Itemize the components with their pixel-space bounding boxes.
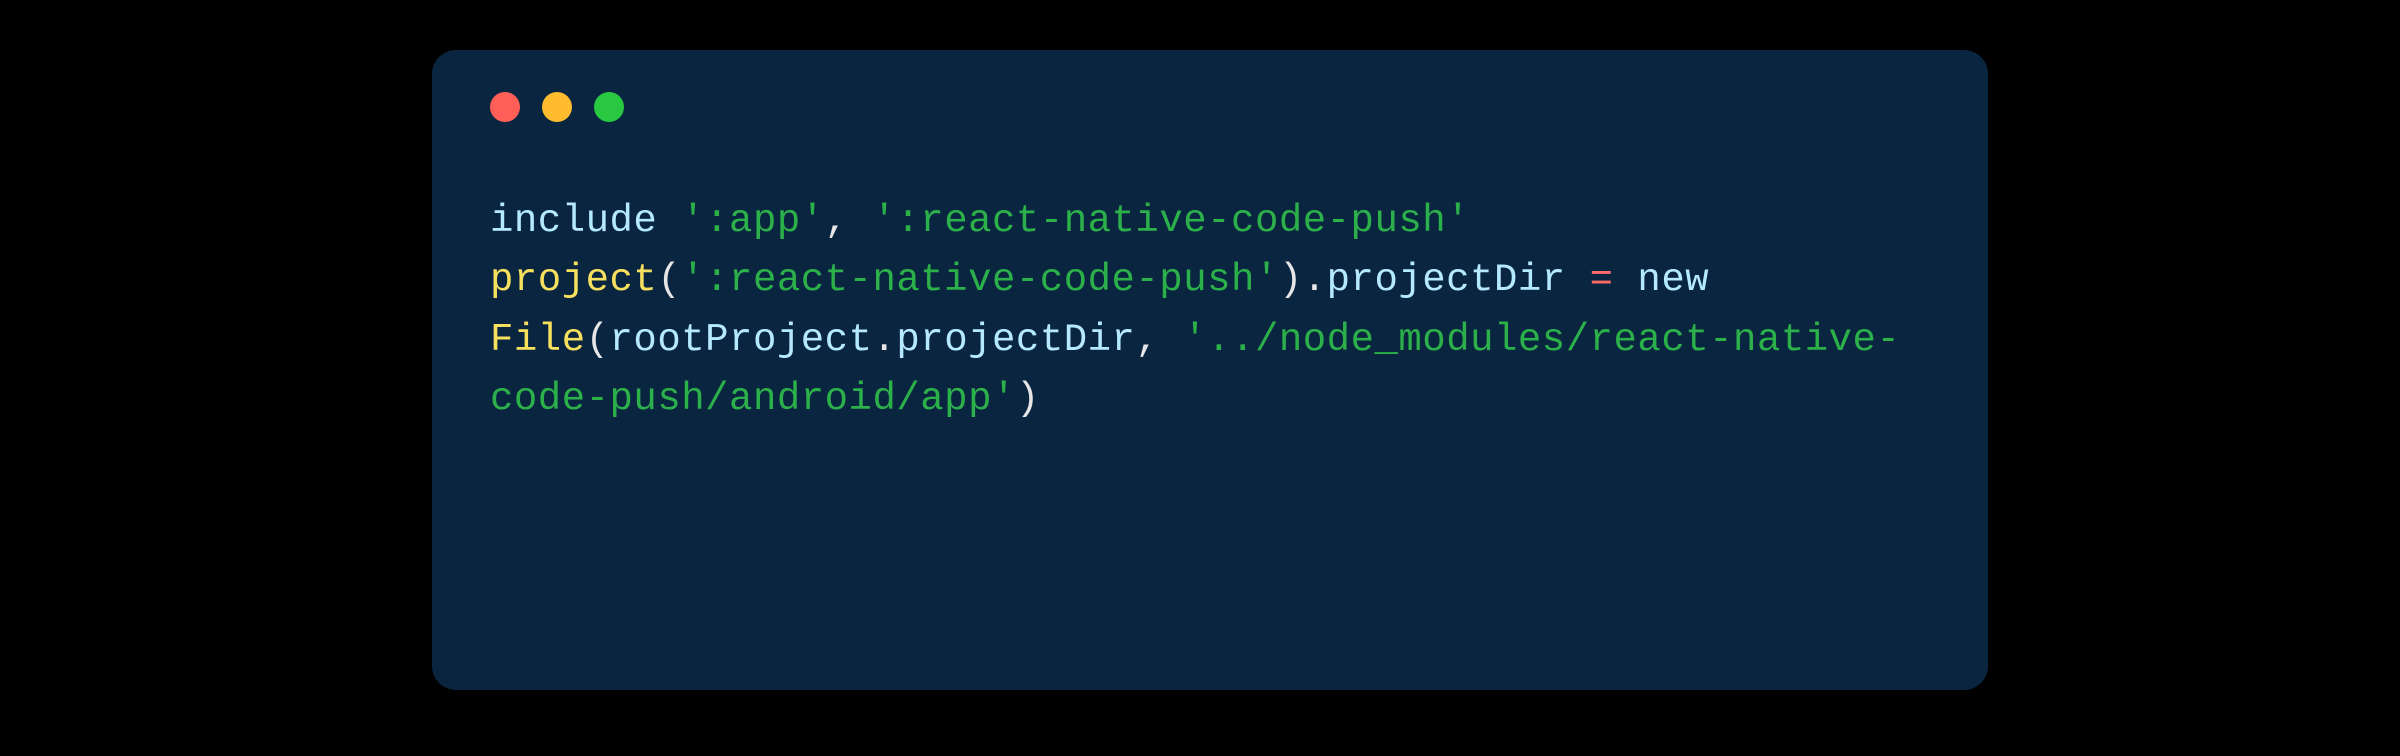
code-token-punct: ) bbox=[1279, 258, 1303, 302]
code-token-string: ':react-native-code-push' bbox=[681, 258, 1279, 302]
code-token-ident: projectDir bbox=[1327, 258, 1566, 302]
code-token-punct: . bbox=[1303, 258, 1327, 302]
code-token-keyword: include bbox=[490, 199, 657, 243]
maximize-icon bbox=[594, 92, 624, 122]
code-block: include ':app', ':react-native-code-push… bbox=[432, 122, 1988, 429]
code-token-punct: , bbox=[1135, 318, 1183, 362]
code-token-string: ':react-native-code-push' bbox=[872, 199, 1470, 243]
code-token-func: project bbox=[490, 258, 657, 302]
code-token-space bbox=[1566, 258, 1590, 302]
code-token-ident: rootProject bbox=[610, 318, 873, 362]
code-token-punct: . bbox=[872, 318, 896, 362]
code-token-string: ':app' bbox=[681, 199, 824, 243]
code-window: include ':app', ':react-native-code-push… bbox=[432, 50, 1988, 690]
code-token-operator: = bbox=[1590, 258, 1614, 302]
close-icon bbox=[490, 92, 520, 122]
code-token-space bbox=[1614, 258, 1638, 302]
code-token-space bbox=[657, 199, 681, 243]
code-token-keyword: new bbox=[1637, 258, 1709, 302]
code-token-ident: projectDir bbox=[896, 318, 1135, 362]
code-token-punct: ( bbox=[586, 318, 610, 362]
code-token-space bbox=[1709, 258, 1733, 302]
code-token-punct: , bbox=[825, 199, 873, 243]
code-token-punct: ) bbox=[1016, 377, 1040, 421]
code-token-punct: ( bbox=[657, 258, 681, 302]
window-traffic-lights bbox=[432, 50, 1988, 122]
minimize-icon bbox=[542, 92, 572, 122]
code-token-func: File bbox=[490, 318, 586, 362]
